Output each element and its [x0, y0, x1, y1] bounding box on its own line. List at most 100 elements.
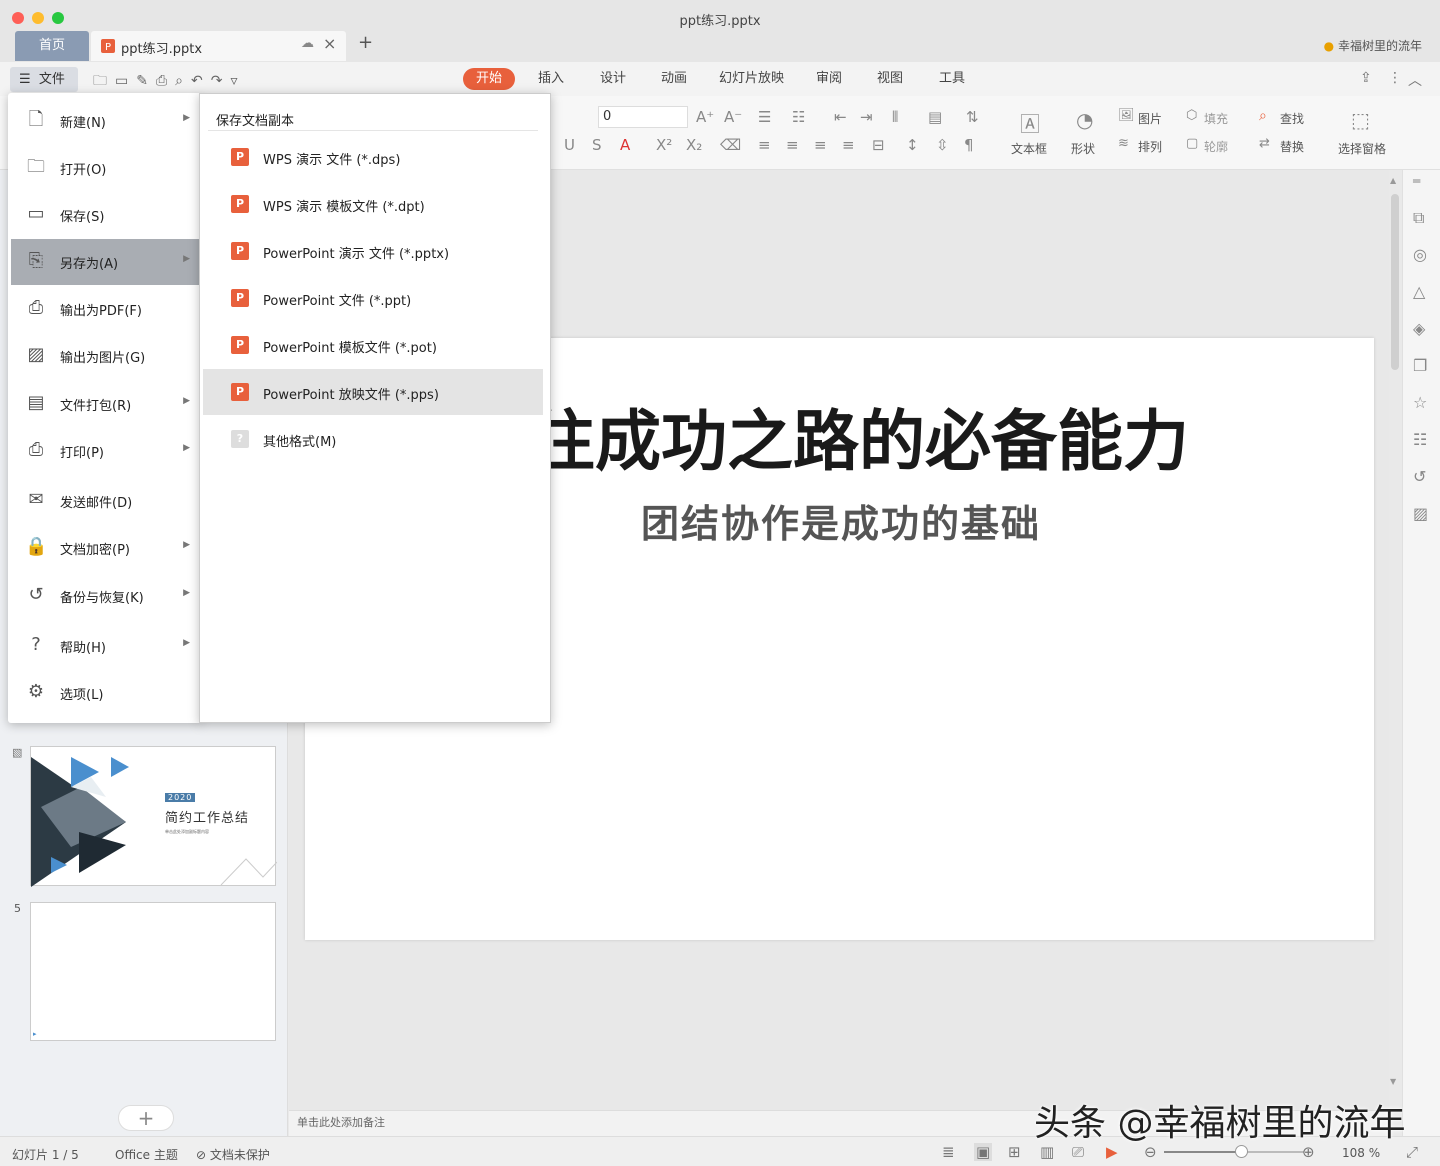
user-account[interactable]: ● 幸福树里的流年 — [1324, 37, 1422, 54]
copy-icon[interactable]: ❐ — [1413, 356, 1427, 375]
print-icon[interactable]: ⎙ — [156, 73, 175, 89]
font-color-icon[interactable]: A — [620, 136, 630, 154]
transition-icon[interactable]: ⧉ — [1413, 208, 1424, 228]
tab-home[interactable]: 首页 — [15, 31, 89, 61]
fill-button[interactable]: 填充 — [1204, 110, 1228, 127]
paragraph-spacing-icon[interactable]: ↕ — [906, 136, 919, 154]
numbering-icon[interactable]: ☷ — [792, 108, 805, 126]
file-menu-item[interactable]: ⎙ 输出为PDF(F) — [11, 286, 199, 332]
subscript-icon[interactable]: X₂ — [686, 136, 702, 154]
slide-thumbnail-4[interactable]: 2020 简约工作总结 单击此处添加副标题内容 — [30, 746, 277, 887]
tab-slideshow[interactable]: 幻灯片放映 — [719, 68, 784, 90]
replace-button[interactable]: 替换 — [1280, 138, 1304, 155]
settings-sliders-icon[interactable]: ☷ — [1413, 430, 1427, 449]
align-center-icon[interactable]: ≡ — [786, 136, 799, 154]
distribute-icon[interactable]: ⊟ — [872, 136, 885, 154]
find-button[interactable]: 查找 — [1280, 110, 1304, 127]
underline-icon[interactable]: U — [564, 136, 575, 154]
column-icon[interactable]: ⇳ — [936, 136, 949, 154]
clear-format-icon[interactable]: ⌫ — [720, 136, 741, 154]
customize-icon[interactable]: ▿ — [230, 73, 245, 89]
style-icon[interactable]: △ — [1413, 282, 1425, 301]
undo-icon[interactable]: ↶ — [191, 73, 211, 89]
tab-view[interactable]: 视图 — [877, 68, 903, 90]
font-size-combo[interactable]: 0 — [598, 106, 688, 128]
save-format-item[interactable]: P PowerPoint 演示 文件 (*.pptx) — [203, 228, 543, 274]
tab-design[interactable]: 设计 — [600, 68, 626, 90]
sorter-view-icon[interactable]: ⊞ — [1008, 1143, 1021, 1161]
slide-subtitle[interactable]: 团结协作是成功的基础 — [641, 493, 1041, 548]
file-menu-item[interactable]: ▤ 文件打包(R) ▶ — [11, 381, 199, 427]
tab-tools[interactable]: 工具 — [939, 68, 965, 90]
scroll-up-icon[interactable]: ▲ — [1390, 176, 1396, 185]
scroll-down-icon[interactable]: ▼ — [1390, 1077, 1396, 1086]
file-menu-item[interactable]: ⎘ 另存为(A) ▶ — [11, 239, 199, 285]
theme-name[interactable]: Office 主题 — [115, 1146, 178, 1163]
align-right-icon[interactable]: ≡ — [814, 136, 827, 154]
more-icon[interactable]: ⋮ — [1388, 70, 1402, 86]
increase-font-icon[interactable]: A⁺ — [696, 108, 714, 126]
outline-button[interactable]: 轮廓 — [1204, 138, 1228, 155]
superscript-icon[interactable]: X² — [656, 136, 672, 154]
protect-status[interactable]: ⊘ 文档未保护 — [196, 1146, 270, 1163]
strikethrough-icon[interactable]: S — [592, 136, 602, 154]
fit-window-icon[interactable]: ⤢ — [1406, 1143, 1418, 1161]
star-icon[interactable]: ☆ — [1413, 393, 1427, 412]
tab-animation[interactable]: 动画 — [661, 68, 687, 90]
drag-handle-icon[interactable]: ═ — [1413, 174, 1420, 188]
zoom-slider-knob[interactable] — [1235, 1145, 1248, 1158]
file-menu-item[interactable]: 🔒 文档加密(P) ▶ — [11, 525, 199, 571]
animation-icon[interactable]: ◈ — [1413, 319, 1425, 338]
format-painter-icon[interactable]: ✎ — [136, 73, 156, 89]
tab-insert[interactable]: 插入 — [538, 68, 564, 90]
file-menu-item[interactable]: ? 帮助(H) ▶ — [11, 623, 199, 669]
increase-indent-icon[interactable]: ⇥ — [860, 108, 873, 126]
file-menu-item[interactable]: 🗀 打开(O) — [11, 145, 199, 191]
open-icon[interactable]: 🗀 — [93, 73, 115, 89]
tab-review[interactable]: 审阅 — [816, 68, 842, 90]
decrease-font-icon[interactable]: A⁻ — [724, 108, 742, 126]
save-format-item[interactable]: P WPS 演示 模板文件 (*.dpt) — [203, 181, 543, 227]
file-menu-item[interactable]: ↺ 备份与恢复(K) ▶ — [11, 573, 199, 619]
save-icon[interactable]: ▭ — [115, 73, 136, 89]
notes-toggle-icon[interactable]: ≣ — [942, 1143, 955, 1161]
file-menu-item[interactable]: ▭ 保存(S) — [11, 192, 199, 238]
save-format-item[interactable]: P PowerPoint 放映文件 (*.pps) — [203, 369, 543, 415]
save-format-item[interactable]: P PowerPoint 文件 (*.ppt) — [203, 275, 543, 321]
preview-icon[interactable]: ⌕ — [175, 73, 191, 89]
add-tab-button[interactable]: + — [358, 32, 373, 53]
paragraph-icon[interactable]: ¶ — [964, 136, 974, 154]
shapes-icon[interactable]: ◎ — [1413, 245, 1427, 264]
justify-icon[interactable]: ≡ — [842, 136, 855, 154]
tab-home-ribbon[interactable]: 开始 — [463, 68, 516, 90]
file-menu-item[interactable]: ▨ 输出为图片(G) — [11, 333, 199, 379]
redo-icon[interactable]: ↷ — [211, 73, 231, 89]
picture-button[interactable]: 图片 — [1138, 110, 1162, 127]
tab-document[interactable]: P ppt练习.pptx ☁ × — [91, 31, 346, 61]
file-menu-button[interactable]: ☰ 文件 — [10, 67, 78, 92]
share-icon[interactable]: ⇪ — [1360, 70, 1372, 86]
zoom-slider[interactable] — [1164, 1145, 1304, 1158]
file-menu-item[interactable]: ⎙ 打印(P) ▶ — [11, 428, 199, 474]
add-slide-button[interactable]: + — [118, 1105, 174, 1131]
slide-thumbnail-5[interactable]: ▸ — [30, 902, 276, 1041]
line-spacing-icon[interactable]: ⇅ — [966, 108, 979, 126]
history-icon[interactable]: ↺ — [1413, 467, 1426, 486]
save-format-item[interactable]: ? 其他格式(M) — [203, 416, 543, 462]
file-menu-item[interactable]: ✉ 发送邮件(D) — [11, 478, 199, 524]
slide-title[interactable]: 往成功之路的必备能力 — [529, 388, 1189, 484]
save-format-item[interactable]: P WPS 演示 文件 (*.dps) — [203, 134, 543, 180]
save-format-item[interactable]: P PowerPoint 模板文件 (*.pot) — [203, 322, 543, 368]
file-menu-item[interactable]: ⚙ 选项(L) — [11, 670, 199, 716]
decrease-indent-icon[interactable]: ⇤ — [834, 108, 847, 126]
normal-view-icon[interactable]: ▣ — [974, 1143, 993, 1161]
scrollbar-thumb[interactable] — [1391, 194, 1399, 370]
arrange-button[interactable]: 排列 — [1138, 138, 1162, 155]
text-direction-icon[interactable]: ⫴ — [892, 108, 898, 126]
align-left-icon[interactable]: ≡ — [758, 136, 771, 154]
bullets-icon[interactable]: ☰ — [758, 108, 771, 126]
image-icon[interactable]: ▨ — [1413, 504, 1428, 523]
vertical-scrollbar[interactable]: ▲ ▼ — [1388, 176, 1402, 1086]
align-text-icon[interactable]: ▤ — [928, 108, 942, 126]
cloud-icon[interactable]: ☁ — [301, 36, 314, 51]
